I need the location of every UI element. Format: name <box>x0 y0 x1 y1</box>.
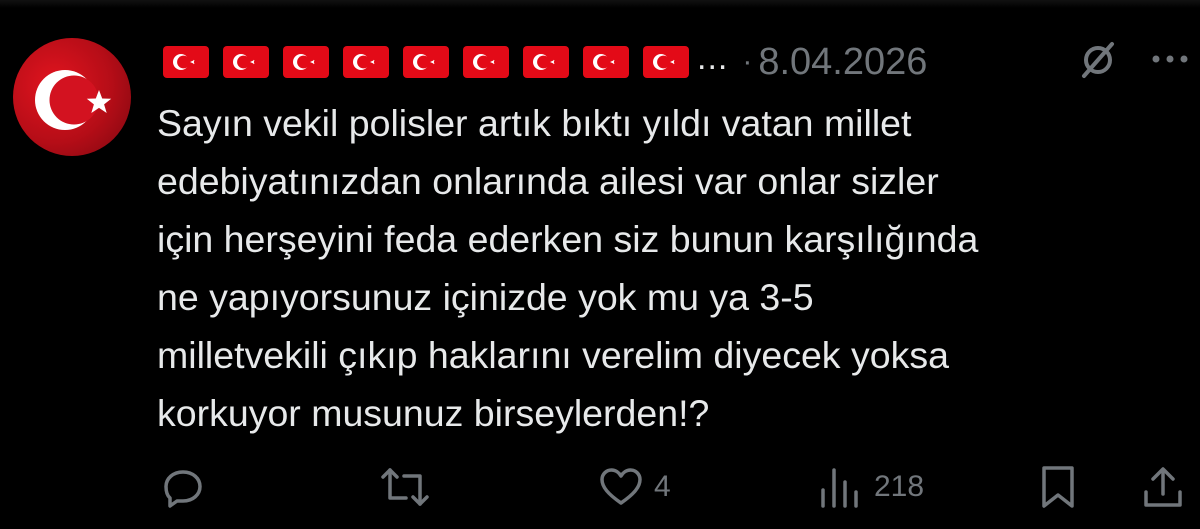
share-icon <box>1144 467 1182 507</box>
like-button[interactable]: 4 <box>598 462 671 512</box>
turkish-flag-emoji-icon <box>343 46 389 78</box>
views-icon <box>821 468 858 508</box>
reply-button[interactable] <box>160 462 206 512</box>
more-options-icon[interactable] <box>1150 52 1190 66</box>
post-date[interactable]: 8.04.2026 <box>758 41 927 84</box>
like-count: 4 <box>654 470 671 503</box>
views-button[interactable]: 218 <box>818 462 924 512</box>
heart-icon <box>600 468 642 505</box>
repost-button[interactable] <box>380 462 440 512</box>
repost-icon <box>381 468 429 506</box>
turkish-flag-emoji-icon <box>463 46 509 78</box>
post-text: Sayın vekil polisler artık bıktı yıldı v… <box>157 102 979 434</box>
post-actions-bar: 4 218 <box>0 462 1200 512</box>
share-button[interactable] <box>1140 462 1186 512</box>
reply-icon <box>164 470 202 508</box>
bookmark-icon <box>1042 466 1074 508</box>
turkish-flag-emoji-icon <box>223 46 269 78</box>
top-bar-remnant <box>0 0 1200 8</box>
turkish-flag-icon <box>35 70 112 130</box>
turkish-flag-emoji-icon <box>283 46 329 78</box>
views-count: 218 <box>874 470 925 503</box>
turkish-flag-emoji-icon <box>583 46 629 78</box>
post-header: ... · 8.04.2026 <box>163 36 927 88</box>
bookmark-button[interactable] <box>1038 462 1078 512</box>
turkish-flag-emoji-icon <box>643 46 689 78</box>
grok-icon[interactable] <box>1078 40 1118 80</box>
author-name-truncation: ... <box>697 39 729 77</box>
avatar[interactable] <box>13 38 131 156</box>
turkish-flag-emoji-icon <box>403 46 449 78</box>
turkish-flag-emoji-icon <box>163 46 209 78</box>
turkish-flag-emoji-icon <box>523 46 569 78</box>
header-separator: · <box>742 45 753 78</box>
author-display-name[interactable]: ... <box>163 41 728 79</box>
